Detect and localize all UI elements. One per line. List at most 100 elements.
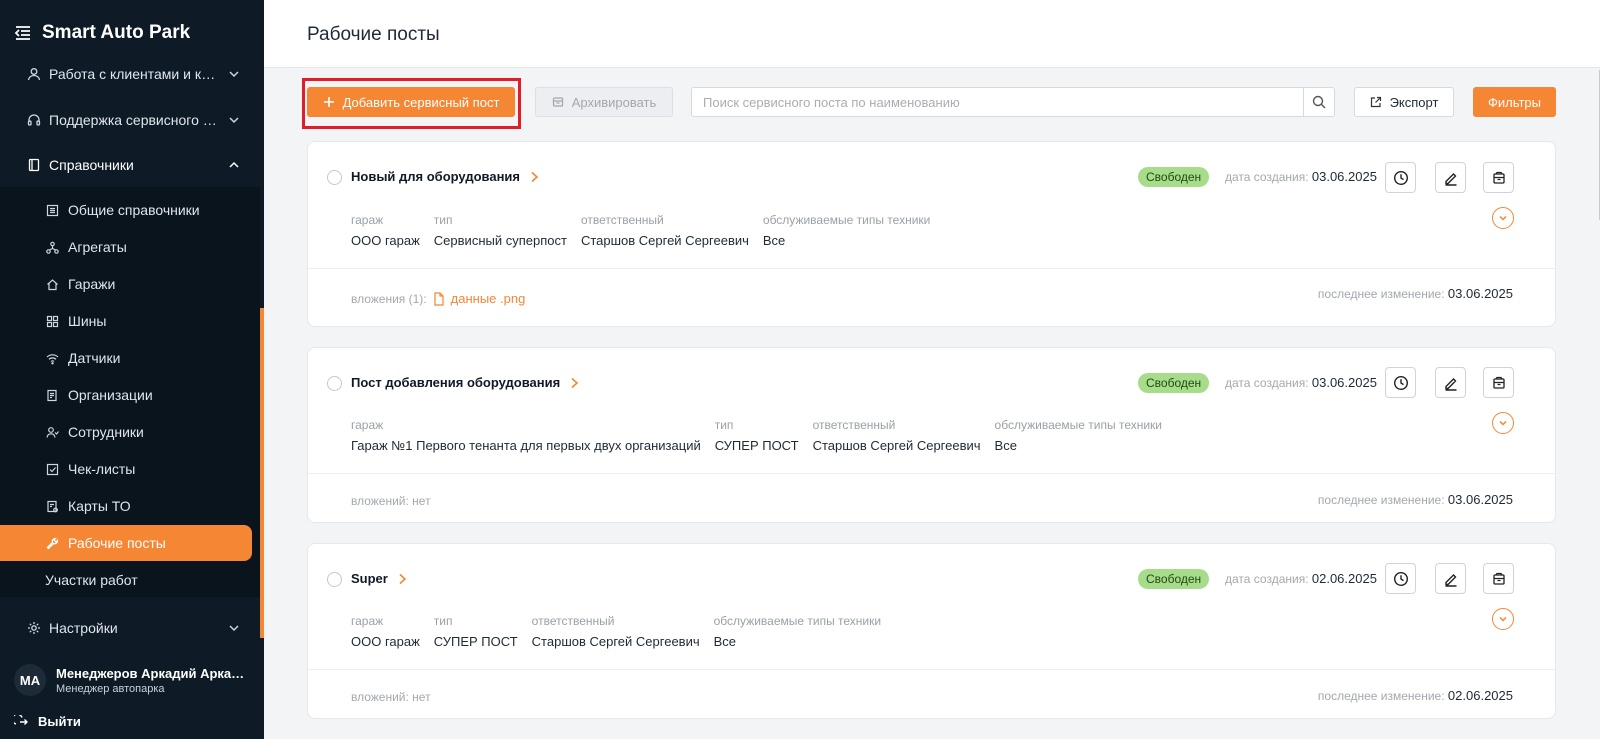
search-button[interactable] xyxy=(1303,88,1334,116)
card-icon xyxy=(45,499,60,514)
card-divider xyxy=(308,669,1555,670)
sidebar-scroll-accent xyxy=(260,308,264,638)
document-icon xyxy=(45,388,60,403)
archive-item-button[interactable] xyxy=(1483,162,1514,193)
sidebar-item-maintenance-cards[interactable]: Карты ТО xyxy=(0,488,260,524)
archive-item-button[interactable] xyxy=(1483,563,1514,594)
sidebar-item-organizations[interactable]: Организации xyxy=(0,377,260,413)
expand-button[interactable] xyxy=(1492,207,1514,229)
created-label: дата создания: xyxy=(1225,572,1309,586)
field-value: ООО гараж xyxy=(351,634,420,649)
chevron-down-icon xyxy=(1499,616,1507,622)
post-title[interactable]: Новый для оборудования xyxy=(351,169,539,184)
user-profile[interactable]: MA Менеджеров Аркадий Аркадьевич Менедже… xyxy=(14,664,246,696)
field-value: Все xyxy=(762,233,786,248)
field-label: обслуживаемые типы техники xyxy=(994,418,1163,432)
sidebar-group-support[interactable]: Поддержка сервисного персонала xyxy=(0,101,260,139)
filters-button[interactable]: Фильтры xyxy=(1473,87,1556,117)
attachment-file-name: данные .png xyxy=(450,291,526,306)
avatar: MA xyxy=(14,664,46,696)
status-badge: Свободен xyxy=(1138,373,1210,393)
logout-button[interactable]: Выйти xyxy=(14,714,81,729)
sidebar-group-clients[interactable]: Работа с клиентами и качеством xyxy=(0,55,260,93)
history-button[interactable] xyxy=(1385,563,1416,594)
sidebar-group-label: Поддержка сервисного персонала xyxy=(49,112,219,128)
post-card: Пост добавления оборудования Свободен да… xyxy=(307,347,1556,523)
sidebar-item-checklists[interactable]: Чек-листы xyxy=(0,451,260,487)
archive-icon xyxy=(552,97,563,107)
archive-icon xyxy=(1492,376,1505,389)
sidebar-group-settings[interactable]: Настройки xyxy=(0,609,260,647)
user-name: Менеджеров Аркадий Аркадьевич xyxy=(56,665,246,681)
history-button[interactable] xyxy=(1385,367,1416,398)
history-button[interactable] xyxy=(1385,162,1416,193)
field-label: гараж xyxy=(351,418,384,432)
pencil-icon xyxy=(1444,573,1456,587)
created-date: дата создания: 02.06.2025 xyxy=(1225,571,1377,586)
field-responsible: ответственный Старшов Сергей Сергеевич xyxy=(581,213,749,248)
sidebar-item-employees[interactable]: Сотрудники xyxy=(0,414,260,450)
add-service-post-button[interactable]: Добавить сервисный пост xyxy=(307,87,515,117)
book-icon xyxy=(26,157,42,173)
sidebar-item-sensors[interactable]: Датчики xyxy=(0,340,260,376)
sidebar-item-garages[interactable]: Гаражи xyxy=(0,266,260,302)
post-title[interactable]: Super xyxy=(351,571,407,586)
list-icon xyxy=(45,203,60,218)
sidebar-item-aggregates[interactable]: Агрегаты xyxy=(0,229,260,265)
field-type: тип СУПЕР ПОСТ xyxy=(715,418,799,453)
sidebar-item-general-directories[interactable]: Общие справочники xyxy=(0,192,260,228)
plus-icon xyxy=(323,97,334,107)
edit-button[interactable] xyxy=(1435,563,1466,594)
headset-icon xyxy=(26,112,42,128)
sidebar-item-tires[interactable]: Шины xyxy=(0,303,260,339)
created-date: дата создания: 03.06.2025 xyxy=(1225,375,1377,390)
modified-date: последнее изменение: 03.06.2025 xyxy=(1318,286,1513,301)
field-value: Гараж №1 Первого тенанта для первых двух… xyxy=(351,438,701,453)
home-icon xyxy=(45,277,60,292)
grid-icon xyxy=(45,314,60,329)
expand-button[interactable] xyxy=(1492,412,1514,434)
brand[interactable]: Smart Auto Park xyxy=(14,22,190,44)
field-label: тип xyxy=(433,213,453,227)
clock-icon xyxy=(1393,571,1408,586)
field-label: тип xyxy=(714,418,734,432)
menu-collapse-icon[interactable] xyxy=(14,24,32,42)
directories-submenu: Общие справочники Агрегаты Гаражи Шины Д… xyxy=(0,187,260,597)
sidebar-group-directories[interactable]: Справочники xyxy=(0,146,260,184)
modified-value: 03.06.2025 xyxy=(1447,492,1513,507)
edit-button[interactable] xyxy=(1435,367,1466,398)
search-input[interactable] xyxy=(692,88,1304,116)
logout-icon xyxy=(14,714,28,725)
post-title[interactable]: Пост добавления оборудования xyxy=(351,375,579,390)
archive-label: Архивировать xyxy=(571,94,657,110)
export-button[interactable]: Экспорт xyxy=(1354,87,1454,117)
sidebar-item-work-areas[interactable]: Участки работ xyxy=(0,562,260,598)
external-link-icon xyxy=(1370,96,1381,108)
sidebar-group-label: Настройки xyxy=(49,620,118,636)
chevron-down-icon xyxy=(229,71,239,78)
expand-button[interactable] xyxy=(1492,608,1514,630)
export-label: Экспорт xyxy=(1389,94,1439,110)
select-checkbox[interactable] xyxy=(327,376,342,391)
edit-button[interactable] xyxy=(1435,162,1466,193)
modified-label: последнее изменение: xyxy=(1317,287,1445,301)
attachments-label: вложений: нет xyxy=(351,494,431,508)
people-icon xyxy=(45,425,60,440)
archive-button[interactable]: Архивировать xyxy=(535,87,673,117)
sidebar-item-label: Общие справочники xyxy=(68,202,200,218)
wrench-icon xyxy=(45,536,60,551)
select-checkbox[interactable] xyxy=(327,170,342,185)
select-checkbox[interactable] xyxy=(327,572,342,587)
created-date: дата создания: 03.06.2025 xyxy=(1225,169,1377,184)
pencil-icon xyxy=(1444,172,1456,186)
modified-date: последнее изменение: 03.06.2025 xyxy=(1318,492,1513,507)
logout-label: Выйти xyxy=(38,714,81,729)
attachment-file-link[interactable]: данные .png xyxy=(433,291,526,306)
sidebar-item-label: Рабочие посты xyxy=(68,535,166,551)
sidebar-group-label: Работа с клиентами и качеством xyxy=(49,66,219,82)
status-badge: Свободен xyxy=(1138,569,1210,589)
sidebar-item-work-posts[interactable]: Рабочие посты xyxy=(0,525,252,561)
archive-item-button[interactable] xyxy=(1483,367,1514,398)
field-value: Сервисный суперпост xyxy=(433,233,567,248)
archive-icon xyxy=(1492,171,1505,184)
